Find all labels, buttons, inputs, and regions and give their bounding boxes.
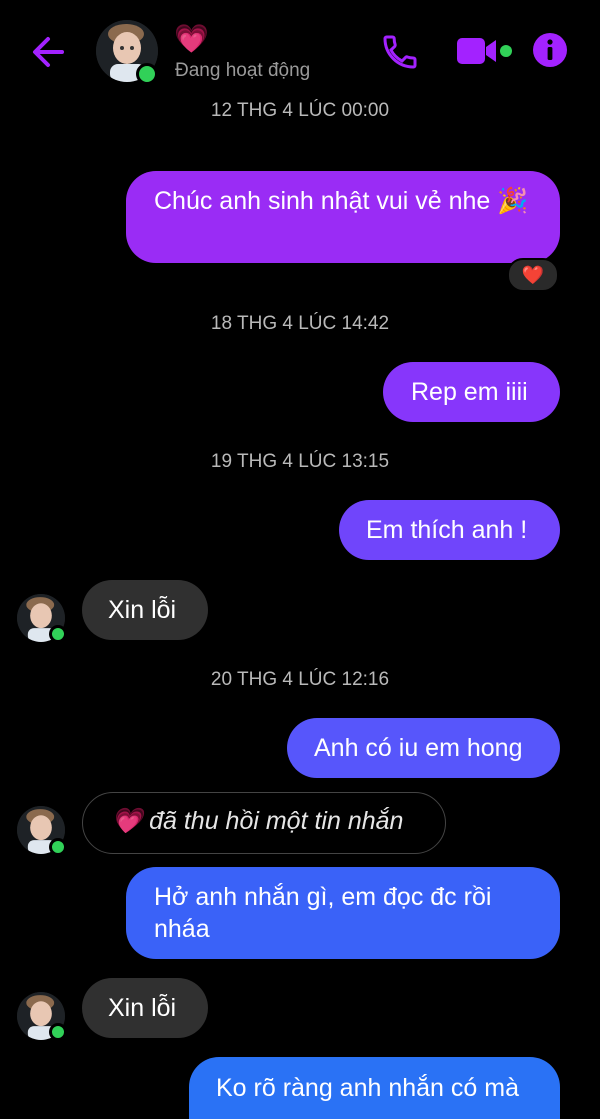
outgoing-message[interactable]: Rep em iiii [383,362,560,422]
unsent-message-text: đã thu hồi một tin nhắn [149,807,404,835]
online-indicator [49,1023,67,1041]
heart-reaction[interactable]: ❤️ [507,258,559,292]
timestamp: 20 THG 4 LÚC 12:16 [210,669,390,690]
outgoing-message[interactable]: Hở anh nhắn gì, em đọc đc rồi nháa [126,867,560,959]
unsent-message-notice[interactable]: 💗 đã thu hồi một tin nhắn [82,792,446,854]
outgoing-message[interactable]: Em thích anh ! [339,500,560,560]
incoming-message[interactable]: Xin lỗi [82,580,208,640]
video-camera-icon [457,38,512,64]
heart-icon: 💗 [111,807,143,835]
info-icon [533,33,567,67]
outgoing-message[interactable]: Ko rõ ràng anh nhắn có mà [189,1057,560,1119]
outgoing-message[interactable]: Chúc anh sinh nhật vui vẻ nhe 🎉 [126,171,560,263]
online-indicator [136,63,158,85]
online-indicator [49,625,67,643]
contact-name[interactable]: 💗 [174,22,209,56]
timestamp: 12 THG 4 LÚC 00:00 [210,100,390,121]
active-status: Đang hoạt động [175,60,311,81]
back-button[interactable] [26,30,70,74]
phone-icon [383,35,417,69]
info-button[interactable] [532,32,568,68]
call-button[interactable] [380,32,420,72]
timestamp: 18 THG 4 LÚC 14:42 [210,313,390,334]
timestamp: 19 THG 4 LÚC 13:15 [210,451,390,472]
outgoing-message[interactable]: Anh có iu em hong [287,718,560,778]
online-indicator [49,838,67,856]
incoming-message[interactable]: Xin lỗi [82,978,208,1038]
back-arrow-icon [33,37,64,67]
video-call-button[interactable] [455,34,515,68]
